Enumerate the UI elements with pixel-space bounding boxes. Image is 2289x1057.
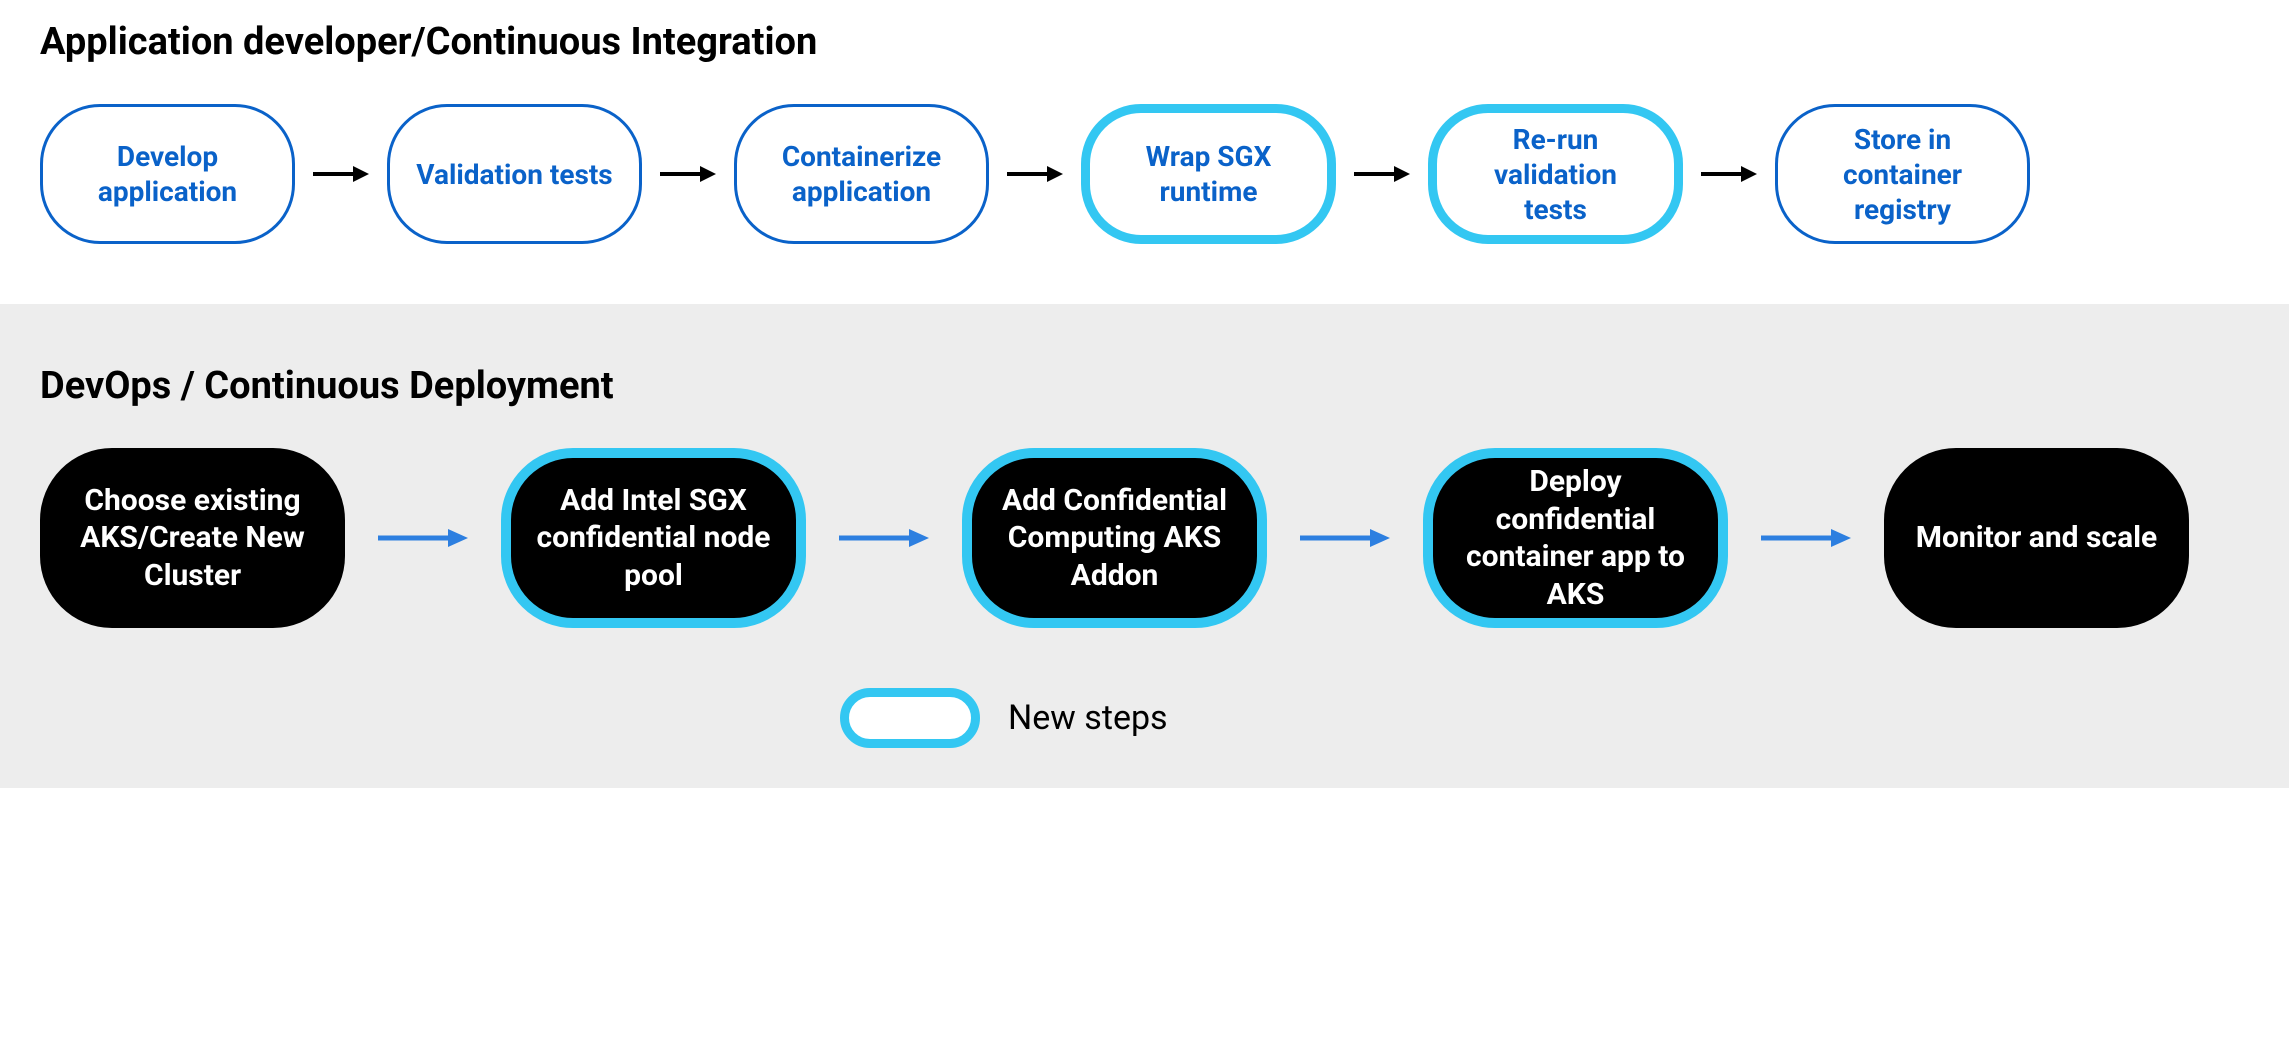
legend: New steps: [840, 688, 2249, 748]
ci-step-containerize-application: Containerize application: [734, 104, 989, 244]
cd-step-label: Add Confidential Computing AKS Addon: [996, 482, 1233, 595]
ci-step-validation-tests: Validation tests: [387, 104, 642, 244]
ci-step-label: Containerize application: [761, 139, 962, 209]
ci-step-develop-application: Develop application: [40, 104, 295, 244]
cd-step-label: Deploy confidential container app to AKS: [1457, 463, 1694, 613]
legend-label: New steps: [1008, 698, 1168, 738]
ci-step-wrap-sgx-runtime: Wrap SGX runtime: [1081, 104, 1336, 244]
ci-step-label: Validation tests: [416, 157, 612, 192]
cd-section: DevOps / Continuous Deployment Choose ex…: [0, 304, 2289, 788]
legend-swatch-icon: [840, 688, 980, 748]
arrow-icon: [1007, 163, 1063, 185]
ci-step-label: Develop application: [67, 139, 268, 209]
ci-title: Application developer/Continuous Integra…: [40, 20, 2249, 64]
arrow-icon: [1701, 163, 1757, 185]
ci-flow-row: Develop application Validation tests Con…: [40, 104, 2249, 244]
arrow-icon: [363, 526, 483, 550]
cd-title: DevOps / Continuous Deployment: [40, 364, 2249, 408]
cd-step-label: Choose existing AKS/Create New Cluster: [64, 482, 321, 595]
ci-step-label: Re-run validation tests: [1461, 122, 1650, 227]
arrow-icon: [660, 163, 716, 185]
ci-step-label: Store in container registry: [1802, 122, 2003, 227]
ci-step-rerun-validation-tests: Re-run validation tests: [1428, 104, 1683, 244]
cd-step-add-sgx-node-pool: Add Intel SGX confidential node pool: [501, 448, 806, 628]
arrow-icon: [1354, 163, 1410, 185]
cd-step-monitor-and-scale: Monitor and scale: [1884, 448, 2189, 628]
ci-step-label: Wrap SGX runtime: [1114, 139, 1303, 209]
cd-step-label: Monitor and scale: [1916, 519, 2158, 557]
ci-section: Application developer/Continuous Integra…: [0, 0, 2289, 304]
ci-step-store-in-registry: Store in container registry: [1775, 104, 2030, 244]
cd-flow-row: Choose existing AKS/Create New Cluster A…: [40, 448, 2249, 628]
arrow-icon: [1746, 526, 1866, 550]
cd-step-label: Add Intel SGX confidential node pool: [535, 482, 772, 595]
arrow-icon: [1285, 526, 1405, 550]
arrow-icon: [313, 163, 369, 185]
cd-step-deploy-app-to-aks: Deploy confidential container app to AKS: [1423, 448, 1728, 628]
arrow-icon: [824, 526, 944, 550]
cd-step-add-cc-aks-addon: Add Confidential Computing AKS Addon: [962, 448, 1267, 628]
cd-step-choose-cluster: Choose existing AKS/Create New Cluster: [40, 448, 345, 628]
